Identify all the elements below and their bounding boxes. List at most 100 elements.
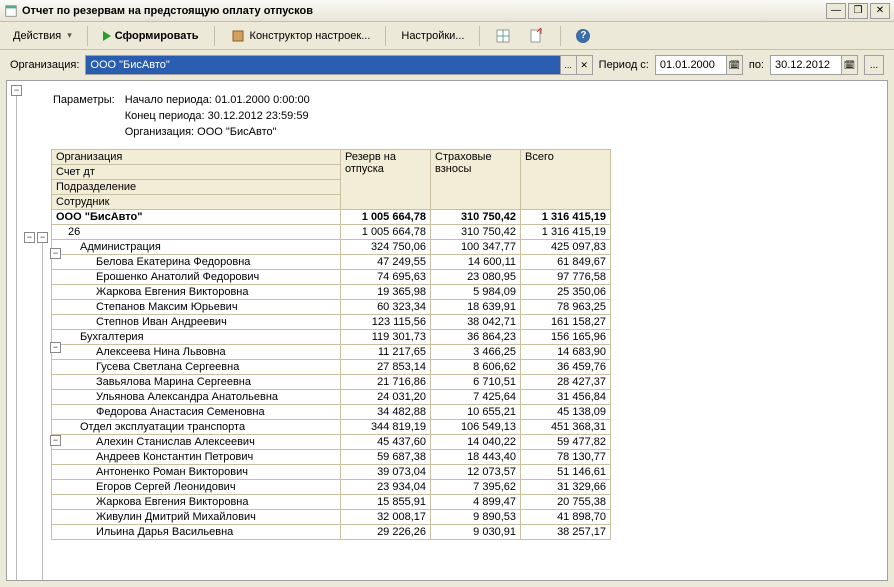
- cell-insurance: 23 080,95: [431, 270, 521, 285]
- period-from-input[interactable]: [656, 56, 726, 74]
- cell-name: Жаркова Евгения Викторовна: [52, 285, 341, 300]
- cell-insurance: 18 639,91: [431, 300, 521, 315]
- cell-total: 14 683,90: [521, 345, 611, 360]
- table-row[interactable]: Ульянова Александра Анатольевна24 031,20…: [52, 390, 611, 405]
- table-row[interactable]: Степанов Максим Юрьевич60 323,3418 639,9…: [52, 300, 611, 315]
- calendar-icon[interactable]: 🗓: [841, 56, 857, 74]
- col-dept: Подразделение: [52, 180, 341, 195]
- col-acc: Счет дт: [52, 165, 341, 180]
- run-button[interactable]: Сформировать: [96, 26, 206, 46]
- calendar-icon[interactable]: 🗓: [726, 56, 742, 74]
- param-start-value: 01.01.2000 0:00:00: [215, 94, 310, 106]
- actions-menu[interactable]: Действия: [6, 26, 79, 46]
- param-org-label: Организация:: [125, 126, 194, 138]
- table-row[interactable]: Антоненко Роман Викторович39 073,0412 07…: [52, 465, 611, 480]
- cell-name: Федорова Анастасия Семеновна: [52, 405, 341, 420]
- org-field[interactable]: ... ✕: [85, 55, 592, 75]
- param-end-label: Конец периода:: [125, 110, 205, 122]
- table-row[interactable]: Андреев Константин Петрович59 687,3818 4…: [52, 450, 611, 465]
- cell-insurance: 36 864,23: [431, 330, 521, 345]
- period-from-field[interactable]: 🗓: [655, 55, 743, 75]
- tool-icon-2[interactable]: [522, 24, 552, 48]
- settings-button[interactable]: Настройки...: [394, 26, 471, 46]
- cell-total: 31 329,66: [521, 480, 611, 495]
- cell-insurance: 5 984,09: [431, 285, 521, 300]
- table-row[interactable]: Жаркова Евгения Викторовна15 855,914 899…: [52, 495, 611, 510]
- tree-toggle[interactable]: −: [50, 248, 61, 259]
- cell-total: 156 165,96: [521, 330, 611, 345]
- table-row[interactable]: ООО "БисАвто"1 005 664,78310 750,421 316…: [52, 210, 611, 225]
- cell-reserve: 123 115,56: [341, 315, 431, 330]
- cell-name: Степнов Иван Андреевич: [52, 315, 341, 330]
- table-row[interactable]: Степнов Иван Андреевич123 115,5638 042,7…: [52, 315, 611, 330]
- cell-reserve: 59 687,38: [341, 450, 431, 465]
- cell-reserve: 32 008,17: [341, 510, 431, 525]
- maximize-button[interactable]: ❐: [848, 3, 868, 19]
- cell-reserve: 344 819,19: [341, 420, 431, 435]
- minimize-button[interactable]: —: [826, 3, 846, 19]
- org-input[interactable]: [86, 56, 559, 74]
- cell-reserve: 19 365,98: [341, 285, 431, 300]
- table-row[interactable]: Егоров Сергей Леонидович23 934,047 395,6…: [52, 480, 611, 495]
- cell-insurance: 38 042,71: [431, 315, 521, 330]
- cell-insurance: 7 425,64: [431, 390, 521, 405]
- cell-reserve: 21 716,86: [341, 375, 431, 390]
- cell-name: Администрация: [52, 240, 341, 255]
- cell-reserve: 27 853,14: [341, 360, 431, 375]
- cell-reserve: 24 031,20: [341, 390, 431, 405]
- cell-reserve: 23 934,04: [341, 480, 431, 495]
- play-icon: [103, 31, 111, 41]
- cell-total: 61 849,67: [521, 255, 611, 270]
- tree-toggle[interactable]: −: [50, 435, 61, 446]
- table-row[interactable]: Завьялова Марина Сергеевна21 716,866 710…: [52, 375, 611, 390]
- table-row[interactable]: Федорова Анастасия Семеновна34 482,8810 …: [52, 405, 611, 420]
- table-row[interactable]: Алехин Станислав Алексеевич45 437,6014 0…: [52, 435, 611, 450]
- table-row[interactable]: Ильина Дарья Васильевна29 226,269 030,91…: [52, 525, 611, 540]
- table-row[interactable]: Живулин Дмитрий Михайлович32 008,179 890…: [52, 510, 611, 525]
- help-button[interactable]: ?: [569, 25, 597, 47]
- tree-toggle[interactable]: −: [11, 85, 22, 96]
- org-label: Организация:: [10, 59, 79, 71]
- cell-name: ООО "БисАвто": [52, 210, 341, 225]
- table-row[interactable]: Бухгалтерия119 301,7336 864,23156 165,96: [52, 330, 611, 345]
- table-row[interactable]: Отдел эксплуатации транспорта344 819,191…: [52, 420, 611, 435]
- table-row[interactable]: Жаркова Евгения Викторовна19 365,985 984…: [52, 285, 611, 300]
- cell-name: Белова Екатерина Федоровна: [52, 255, 341, 270]
- cell-name: Живулин Дмитрий Михайлович: [52, 510, 341, 525]
- tree-toggle[interactable]: −: [50, 342, 61, 353]
- cell-insurance: 8 606,62: [431, 360, 521, 375]
- cell-reserve: 119 301,73: [341, 330, 431, 345]
- cell-name: Ерошенко Анатолий Федорович: [52, 270, 341, 285]
- period-picker-button[interactable]: ...: [864, 55, 884, 75]
- cell-total: 1 316 415,19: [521, 225, 611, 240]
- cell-reserve: 1 005 664,78: [341, 210, 431, 225]
- tree-toggle[interactable]: −: [24, 232, 35, 243]
- cell-name: Завьялова Марина Сергеевна: [52, 375, 341, 390]
- table-icon: [495, 28, 511, 44]
- table-row[interactable]: Ерошенко Анатолий Федорович74 695,6323 0…: [52, 270, 611, 285]
- table-row[interactable]: Гусева Светлана Сергеевна27 853,148 606,…: [52, 360, 611, 375]
- col-insurance: Страховые взносы: [431, 150, 521, 210]
- cell-name: Андреев Константин Петрович: [52, 450, 341, 465]
- cell-name: Гусева Светлана Сергеевна: [52, 360, 341, 375]
- export-icon: [529, 28, 545, 44]
- cell-name: 26: [52, 225, 341, 240]
- cell-reserve: 29 226,26: [341, 525, 431, 540]
- org-select-button[interactable]: ...: [560, 56, 576, 74]
- table-row[interactable]: Алексеева Нина Львовна11 217,653 466,251…: [52, 345, 611, 360]
- table-row[interactable]: Администрация324 750,06100 347,77425 097…: [52, 240, 611, 255]
- tool-icon-1[interactable]: [488, 24, 518, 48]
- close-button[interactable]: ✕: [870, 3, 890, 19]
- params-block: Параметры: Начало периода: 01.01.2000 0:…: [51, 91, 320, 141]
- cell-reserve: 1 005 664,78: [341, 225, 431, 240]
- constructor-button[interactable]: Конструктор настроек...: [223, 24, 378, 48]
- table-row[interactable]: Белова Екатерина Федоровна47 249,5514 60…: [52, 255, 611, 270]
- period-to-field[interactable]: 🗓: [770, 55, 858, 75]
- period-to-input[interactable]: [771, 56, 841, 74]
- cell-name: Алехин Станислав Алексеевич: [52, 435, 341, 450]
- tree-toggle[interactable]: −: [37, 232, 48, 243]
- org-clear-button[interactable]: ✕: [576, 56, 592, 74]
- cell-total: 161 158,27: [521, 315, 611, 330]
- table-row[interactable]: 261 005 664,78310 750,421 316 415,19: [52, 225, 611, 240]
- filter-bar: Организация: ... ✕ Период с: 🗓 по: 🗓 ...: [0, 50, 894, 80]
